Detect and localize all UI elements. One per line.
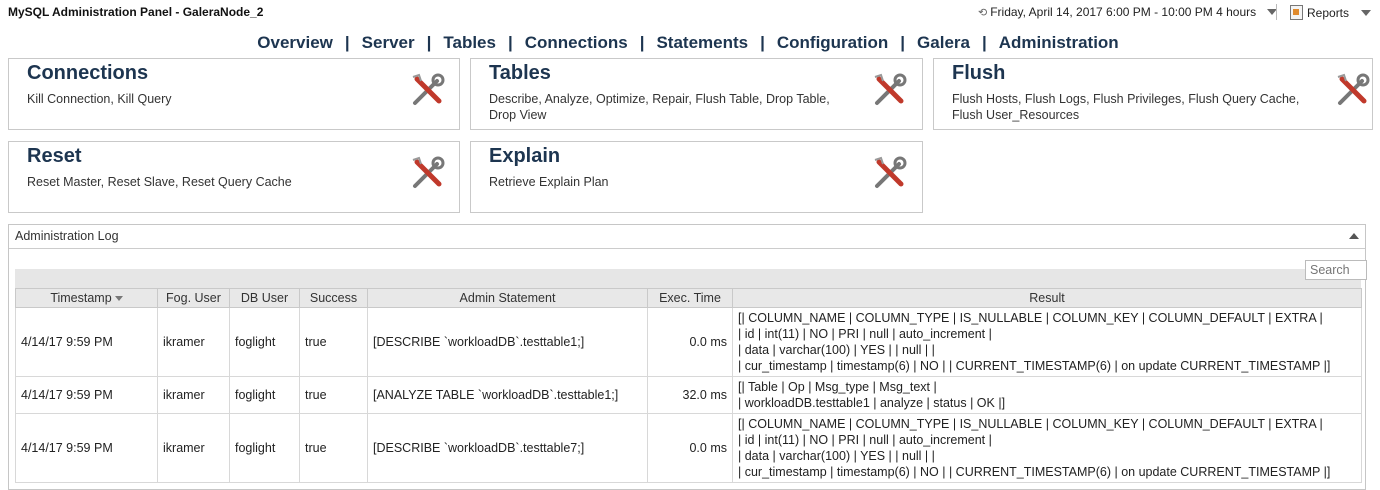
result-cell: [| COLUMN_NAME | COLUMN_TYPE | IS_NULLAB… <box>732 307 1362 377</box>
exec-time-cell: 0.0 ms <box>647 307 733 377</box>
nav-tables[interactable]: Tables <box>443 33 496 53</box>
exec-time-cell: 32.0 ms <box>647 376 733 414</box>
reports-icon <box>1290 5 1303 20</box>
time-range-label: Friday, April 14, 2017 6:00 PM - 10:00 P… <box>990 5 1257 19</box>
tools-icon[interactable] <box>1334 71 1372 109</box>
tools-icon[interactable] <box>871 154 909 192</box>
column-header-success[interactable]: Success <box>299 288 368 308</box>
search-input[interactable] <box>1305 260 1367 280</box>
collapse-icon[interactable] <box>1349 233 1359 239</box>
card-description: Retrieve Explain Plan <box>489 175 609 189</box>
column-header-exec-time[interactable]: Exec. Time <box>647 288 733 308</box>
tools-icon[interactable] <box>409 154 447 192</box>
column-header-timestamp[interactable]: Timestamp <box>15 288 158 308</box>
statement-cell: [DESCRIBE `workloadDB`.testtable7;] <box>367 413 648 483</box>
nav-server[interactable]: Server <box>362 33 415 53</box>
tools-icon[interactable] <box>409 71 447 109</box>
card-title: Explain <box>489 145 561 167</box>
panel-title: Administration Log <box>15 229 119 243</box>
tools-icon[interactable] <box>871 71 909 109</box>
nav-separator: | <box>426 33 432 52</box>
table-header-row: Timestamp Fog. User DB User Success Admi… <box>15 288 1362 308</box>
card-title: Connections <box>27 62 149 84</box>
card-title: Flush <box>952 62 1006 84</box>
nav-overview[interactable]: Overview <box>257 33 333 53</box>
connections-card[interactable]: Connections Kill Connection, Kill Query <box>8 58 460 130</box>
timestamp-cell: 4/14/17 9:59 PM <box>15 307 158 377</box>
nav-statements[interactable]: Statements <box>656 33 748 53</box>
divider <box>1276 4 1277 20</box>
log-table: Timestamp Fog. User DB User Success Admi… <box>15 288 1362 483</box>
nav-galera[interactable]: Galera <box>917 33 970 53</box>
panel-header: Administration Log <box>9 225 1365 249</box>
success-cell: true <box>299 307 368 377</box>
db-user-cell: foglight <box>229 376 300 414</box>
column-header-result[interactable]: Result <box>732 288 1362 308</box>
result-cell: [| COLUMN_NAME | COLUMN_TYPE | IS_NULLAB… <box>732 413 1362 483</box>
table-row[interactable]: 4/14/17 9:59 PM ikramer foglight true [D… <box>15 413 1362 483</box>
tables-card[interactable]: Tables Describe, Analyze, Optimize, Repa… <box>470 58 923 130</box>
db-user-cell: foglight <box>229 413 300 483</box>
card-description: Flush Hosts, Flush Logs, Flush Privilege… <box>952 92 1300 122</box>
fog-user-cell: ikramer <box>157 376 230 414</box>
card-description: Reset Master, Reset Slave, Reset Query C… <box>27 175 292 189</box>
nav-separator: | <box>639 33 645 52</box>
timestamp-cell: 4/14/17 9:59 PM <box>15 413 158 483</box>
sort-desc-icon <box>114 296 123 302</box>
nav-administration[interactable]: Administration <box>999 33 1119 53</box>
card-title: Tables <box>489 62 551 84</box>
nav-connections[interactable]: Connections <box>525 33 628 53</box>
exec-time-cell: 0.0 ms <box>647 413 733 483</box>
success-cell: true <box>299 376 368 414</box>
table-row[interactable]: 4/14/17 9:59 PM ikramer foglight true [D… <box>15 307 1362 377</box>
nav-separator: | <box>507 33 513 52</box>
table-row[interactable]: 4/14/17 9:59 PM ikramer foglight true [A… <box>15 376 1362 414</box>
reports-menu[interactable]: Reports <box>1290 5 1372 20</box>
column-header-fog-user[interactable]: Fog. User <box>157 288 230 308</box>
statement-cell: [DESCRIBE `workloadDB`.testtable1;] <box>367 307 648 377</box>
fog-user-cell: ikramer <box>157 307 230 377</box>
statement-cell: [ANALYZE TABLE `workloadDB`.testtable1;] <box>367 376 648 414</box>
administration-log-panel: Administration Log Timestamp Fog. User D… <box>8 224 1367 490</box>
time-range-selector[interactable]: ⟲ Friday, April 14, 2017 6:00 PM - 10:00… <box>978 5 1278 19</box>
result-cell: [| Table | Op | Msg_type | Msg_text | | … <box>732 376 1362 414</box>
nav-separator: | <box>760 33 765 52</box>
card-description: Describe, Analyze, Optimize, Repair, Flu… <box>489 92 830 122</box>
nav-configuration[interactable]: Configuration <box>777 33 888 53</box>
column-header-label: Timestamp <box>50 291 112 305</box>
chevron-down-icon[interactable] <box>1361 9 1372 16</box>
nav-separator: | <box>900 33 906 52</box>
nav-separator: | <box>981 33 987 52</box>
nav-separator: | <box>344 33 350 52</box>
main-nav: Overview | Server | Tables | Connections | S… <box>0 33 1380 53</box>
success-cell: true <box>299 413 368 483</box>
reset-card[interactable]: Reset Reset Master, Reset Slave, Reset Q… <box>8 141 460 213</box>
app-title: MySQL Administration Panel - GaleraNode_… <box>8 5 264 19</box>
timestamp-cell: 4/14/17 9:59 PM <box>15 376 158 414</box>
db-user-cell: foglight <box>229 307 300 377</box>
time-range-icon: ⟲ <box>978 6 988 19</box>
column-header-admin-statement[interactable]: Admin Statement <box>367 288 648 308</box>
flush-card[interactable]: Flush Flush Hosts, Flush Logs, Flush Pri… <box>933 58 1373 130</box>
explain-card[interactable]: Explain Retrieve Explain Plan <box>470 141 923 213</box>
reports-label: Reports <box>1307 5 1350 20</box>
top-bar: MySQL Administration Panel - GaleraNode_… <box>0 0 1380 26</box>
card-title: Reset <box>27 145 82 167</box>
fog-user-cell: ikramer <box>157 413 230 483</box>
column-header-db-user[interactable]: DB User <box>229 288 300 308</box>
card-description: Kill Connection, Kill Query <box>27 92 172 106</box>
